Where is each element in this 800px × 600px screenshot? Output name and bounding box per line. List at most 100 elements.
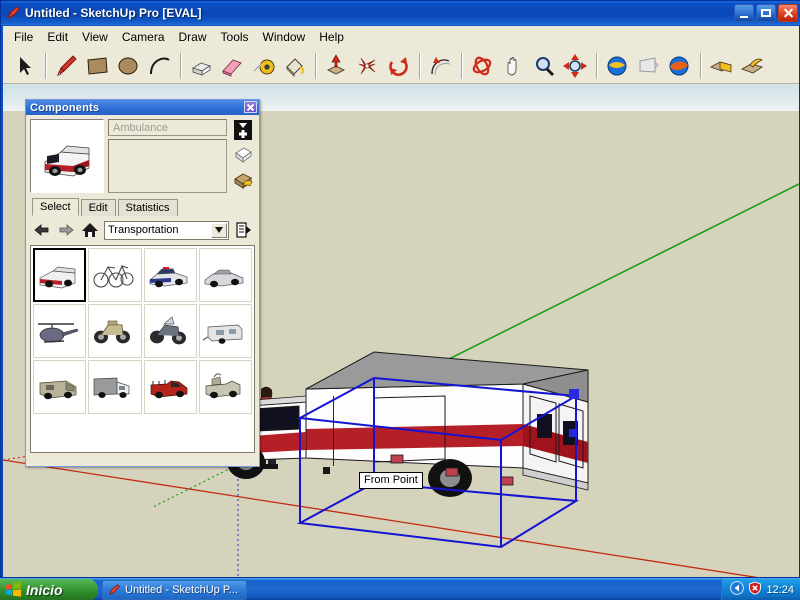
forward-arrow-icon[interactable] bbox=[56, 220, 76, 240]
collection-nav-row: Transportation bbox=[30, 219, 255, 241]
system-tray: 12:24 bbox=[721, 579, 800, 600]
collection-dropdown-value: Transportation bbox=[108, 224, 179, 236]
toolbar-separator bbox=[596, 52, 597, 79]
arc-tool[interactable] bbox=[144, 51, 174, 81]
paint-bucket-tool[interactable] bbox=[279, 51, 309, 81]
start-button[interactable]: Inicio bbox=[0, 578, 98, 600]
marker-light bbox=[390, 454, 404, 464]
rectangle-tool[interactable] bbox=[82, 51, 112, 81]
photo-texture-tool[interactable] bbox=[633, 51, 663, 81]
application-window: Untitled - SketchUp Pro [EVAL] File Edit… bbox=[0, 0, 800, 578]
chevron-down-icon[interactable] bbox=[211, 222, 227, 238]
components-panel: Components Ambulance Select Edit Statist… bbox=[25, 99, 260, 467]
taskbar-item-sketchup[interactable]: Untitled - SketchUp P... bbox=[102, 579, 247, 600]
components-panel-titlebar[interactable]: Components bbox=[26, 100, 259, 115]
push-pull-tool[interactable] bbox=[186, 51, 216, 81]
toolbar-separator bbox=[315, 52, 316, 79]
model-info-button[interactable] bbox=[232, 169, 254, 191]
close-button[interactable] bbox=[778, 4, 798, 22]
component-grid bbox=[31, 246, 254, 416]
component-cell-box-truck[interactable] bbox=[88, 360, 142, 414]
collection-dropdown[interactable]: Transportation bbox=[104, 220, 229, 240]
component-preview-row: Ambulance bbox=[30, 119, 255, 193]
component-description-field[interactable] bbox=[108, 139, 227, 193]
component-browser[interactable] bbox=[30, 245, 255, 453]
window-titlebar: Untitled - SketchUp Pro [EVAL] bbox=[1, 1, 800, 25]
menu-view[interactable]: View bbox=[75, 28, 115, 46]
components-panel-title: Components bbox=[30, 101, 100, 114]
marker-light bbox=[445, 467, 459, 477]
component-cell-police-car[interactable] bbox=[143, 248, 197, 302]
security-shield-icon[interactable] bbox=[748, 581, 762, 600]
back-arrow-icon[interactable] bbox=[32, 220, 52, 240]
taskbar-clock: 12:24 bbox=[766, 584, 794, 596]
offset-tool[interactable] bbox=[425, 51, 455, 81]
taskbar-item-label: Untitled - SketchUp P... bbox=[125, 583, 238, 596]
zoom-extents-tool[interactable] bbox=[560, 51, 590, 81]
menu-help[interactable]: Help bbox=[312, 28, 351, 46]
orbit-tool[interactable] bbox=[467, 51, 497, 81]
circle-tool[interactable] bbox=[113, 51, 143, 81]
line-pencil-tool[interactable] bbox=[51, 51, 81, 81]
component-side-buttons bbox=[231, 119, 255, 193]
rotate-tool[interactable] bbox=[383, 51, 413, 81]
preview-model-tool[interactable] bbox=[664, 51, 694, 81]
home-icon[interactable] bbox=[80, 220, 100, 240]
ambulance-preview-thumbnail[interactable] bbox=[30, 119, 104, 193]
menu-draw[interactable]: Draw bbox=[172, 28, 214, 46]
component-cell-armored-truck[interactable] bbox=[33, 360, 87, 414]
window-controls bbox=[734, 4, 798, 22]
menu-camera[interactable]: Camera bbox=[115, 28, 172, 46]
display-secondary-pane-button[interactable] bbox=[232, 144, 254, 166]
tab-edit[interactable]: Edit bbox=[80, 199, 116, 216]
tape-measure-tool[interactable] bbox=[248, 51, 278, 81]
menu-file[interactable]: File bbox=[7, 28, 40, 46]
components-panel-tabs: Select Edit Statistics bbox=[30, 198, 255, 216]
toolbar-separator bbox=[419, 52, 420, 79]
component-cell-travel-trailer[interactable] bbox=[198, 304, 252, 358]
maximize-button[interactable] bbox=[756, 4, 776, 22]
tab-select[interactable]: Select bbox=[32, 198, 79, 216]
toolbar-separator bbox=[461, 52, 462, 79]
sketchup-pencil-icon bbox=[108, 583, 120, 595]
sketchup-pencil-icon bbox=[5, 5, 21, 21]
eraser-tool[interactable] bbox=[217, 51, 247, 81]
menu-window[interactable]: Window bbox=[256, 28, 313, 46]
main-toolbar bbox=[3, 48, 799, 84]
add-location-tool[interactable] bbox=[602, 51, 632, 81]
component-fields: Ambulance bbox=[108, 119, 227, 193]
component-cell-motorcycle[interactable] bbox=[88, 304, 142, 358]
marker-light bbox=[500, 476, 514, 486]
select-arrow-tool[interactable] bbox=[9, 51, 39, 81]
insert-component-button[interactable] bbox=[232, 119, 254, 141]
component-cell-red-pickup-truck[interactable] bbox=[143, 360, 197, 414]
section-plane-tool[interactable] bbox=[706, 51, 736, 81]
component-cell-bicycles[interactable] bbox=[88, 248, 142, 302]
window-title: Untitled - SketchUp Pro [EVAL] bbox=[25, 6, 202, 20]
inference-point-marker bbox=[323, 467, 330, 474]
component-cell-sedan[interactable] bbox=[198, 248, 252, 302]
toolbar-separator bbox=[180, 52, 181, 79]
tab-statistics[interactable]: Statistics bbox=[117, 199, 178, 216]
menu-tools[interactable]: Tools bbox=[214, 28, 256, 46]
toolbar-separator bbox=[45, 52, 46, 79]
show-hidden-icons-icon[interactable] bbox=[730, 580, 745, 600]
pan-tool[interactable] bbox=[498, 51, 528, 81]
components-panel-close-icon[interactable] bbox=[244, 101, 257, 113]
menu-edit[interactable]: Edit bbox=[40, 28, 75, 46]
details-icon[interactable] bbox=[233, 220, 253, 240]
component-name-field[interactable]: Ambulance bbox=[108, 119, 227, 136]
component-cell-police-motorcycle[interactable] bbox=[143, 304, 197, 358]
windows-flag-icon bbox=[6, 581, 21, 597]
display-section-tool[interactable] bbox=[737, 51, 767, 81]
component-cell-ambulance[interactable] bbox=[33, 248, 87, 302]
toolbar-separator bbox=[700, 52, 701, 79]
windows-taskbar: Inicio Untitled - SketchUp P... 12:24 bbox=[0, 578, 800, 600]
component-cell-helicopter[interactable] bbox=[33, 304, 87, 358]
move-tool[interactable] bbox=[321, 51, 351, 81]
zoom-tool[interactable] bbox=[529, 51, 559, 81]
minimize-button[interactable] bbox=[734, 4, 754, 22]
desktop: Untitled - SketchUp Pro [EVAL] File Edit… bbox=[0, 0, 800, 600]
follow-me-tool[interactable] bbox=[352, 51, 382, 81]
component-cell-utility-truck[interactable] bbox=[198, 360, 252, 414]
